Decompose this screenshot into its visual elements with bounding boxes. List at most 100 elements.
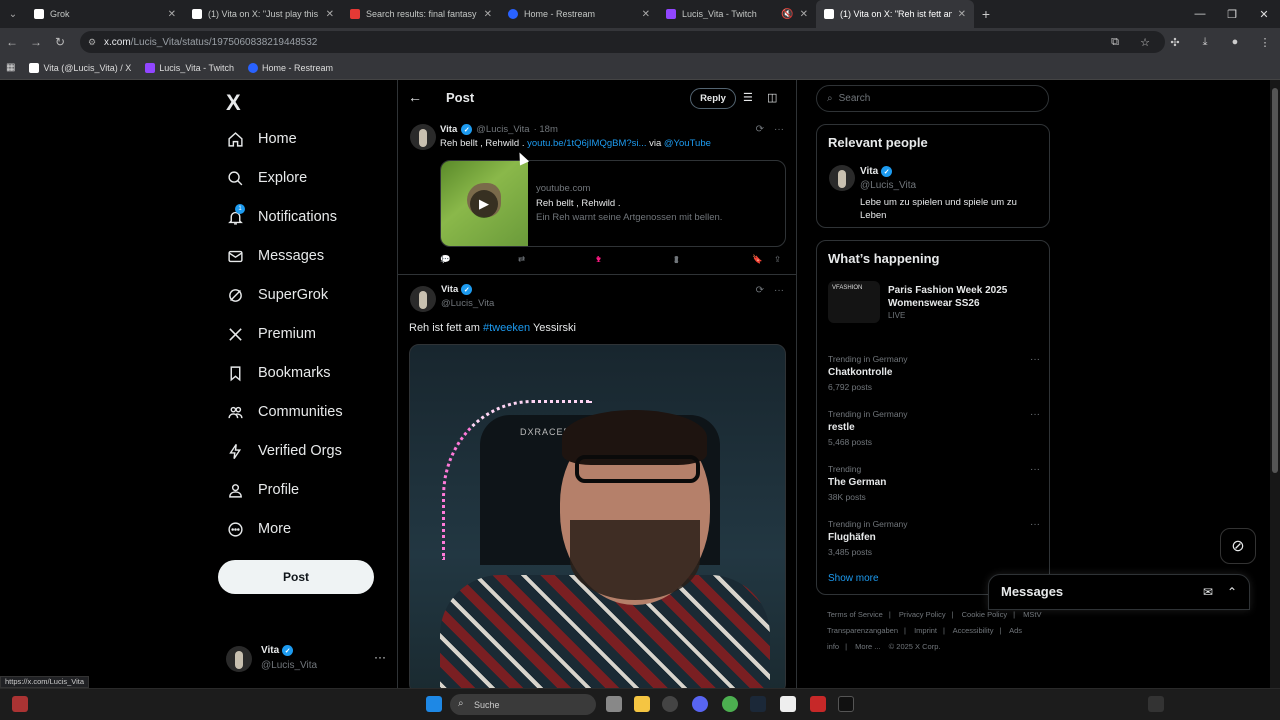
- grok-icon[interactable]: ⟳: [756, 124, 764, 135]
- steam-icon[interactable]: [750, 696, 766, 712]
- avatar[interactable]: [410, 124, 436, 150]
- tab-search-button[interactable]: ⌄: [0, 9, 26, 20]
- person-handle[interactable]: @Lucis_Vita: [860, 180, 916, 191]
- close-tab-icon[interactable]: ✕: [800, 9, 808, 20]
- maximize-icon[interactable]: ❐: [1216, 8, 1248, 21]
- task-view-icon[interactable]: [606, 696, 622, 712]
- app-icon[interactable]: [810, 696, 826, 712]
- bookmark-star-icon[interactable]: ☆: [1130, 36, 1160, 49]
- footer-link[interactable]: Accessibility: [953, 626, 994, 635]
- browser-tab[interactable]: Lucis_Vita - Twitch 🔇 ✕: [658, 0, 816, 28]
- tweet-author-name[interactable]: Vita: [441, 284, 458, 295]
- more-dots-icon[interactable]: ···: [774, 124, 784, 135]
- tweet-author-handle[interactable]: @Lucis_Vita: [476, 124, 529, 135]
- messages-dock[interactable]: Messages ✉ ⌃: [988, 574, 1250, 610]
- chrome-icon[interactable]: [722, 696, 738, 712]
- footer-link[interactable]: Terms of Service: [827, 610, 883, 619]
- footer-link[interactable]: More ...: [855, 642, 880, 651]
- close-tab-icon[interactable]: ✕: [642, 9, 650, 20]
- more-dots-icon[interactable]: ···: [1030, 464, 1040, 475]
- avatar[interactable]: [410, 286, 436, 312]
- sidebar-item-profile[interactable]: Profile: [226, 481, 299, 499]
- file-explorer-icon[interactable]: [634, 696, 650, 712]
- trend-item[interactable]: Trending The German 38K posts ···: [828, 464, 1040, 508]
- featured-event[interactable]: VFASHION Paris Fashion Week 2025 Womensw…: [828, 281, 1038, 323]
- more-dots-icon[interactable]: ···: [1030, 409, 1040, 420]
- tray-icon[interactable]: [1148, 696, 1164, 712]
- cast-icon[interactable]: ⧉: [1100, 36, 1130, 49]
- tweet-time[interactable]: · 18m: [534, 124, 558, 135]
- show-more-link[interactable]: Show more: [828, 573, 879, 584]
- tweet-author-handle[interactable]: @Lucis_Vita: [441, 298, 494, 309]
- bookmark-item[interactable]: Vita (@Lucis_Vita) / X: [29, 62, 131, 73]
- download-icon[interactable]: ⤓: [1190, 36, 1220, 49]
- bookmark-item[interactable]: Lucis_Vita - Twitch: [145, 62, 234, 73]
- tiktok-icon[interactable]: [838, 696, 854, 712]
- close-tab-icon[interactable]: ✕: [168, 9, 176, 20]
- tweet-link[interactable]: youtu.be/1tQ6jIMQgBM?si...: [527, 138, 646, 149]
- browser-tab[interactable]: Grok ✕: [26, 0, 184, 28]
- more-dots-icon[interactable]: ···: [1030, 519, 1040, 530]
- sidebar-item-premium[interactable]: Premium: [226, 325, 316, 343]
- tweet-hashtag[interactable]: #tweeken: [483, 322, 530, 334]
- x-logo[interactable]: X: [226, 90, 241, 116]
- sidebar-item-messages[interactable]: Messages: [226, 247, 324, 265]
- close-tab-icon[interactable]: ✕: [326, 9, 334, 20]
- sidebar-item-explore[interactable]: Explore: [226, 169, 307, 187]
- grok-icon[interactable]: ⟳: [756, 285, 764, 296]
- footer-link[interactable]: Cookie Policy: [962, 610, 1007, 619]
- link-card[interactable]: ▶ youtube.com Reh bellt , Rehwild . Ein …: [440, 160, 786, 247]
- sidebar-item-home[interactable]: Home: [226, 130, 297, 148]
- trend-item[interactable]: Trending in Germany Flughäfen 3,485 post…: [828, 519, 1040, 563]
- sidebar-item-supergrok[interactable]: SuperGrok: [226, 286, 328, 304]
- weather-icon[interactable]: [12, 696, 28, 712]
- account-switcher[interactable]: Vita ✓ @Lucis_Vita ···: [226, 642, 386, 676]
- back-arrow-icon[interactable]: ←: [408, 89, 422, 105]
- browser-tab-active[interactable]: (1) Vita on X: "Reh ist fett am # ✕: [816, 0, 974, 28]
- windows-start-icon[interactable]: [426, 696, 442, 712]
- close-tab-icon[interactable]: ✕: [484, 9, 492, 20]
- site-info-icon[interactable]: ⚙: [88, 37, 98, 47]
- person-name-row[interactable]: Vita ✓: [860, 166, 893, 177]
- discord-icon[interactable]: [692, 696, 708, 712]
- tweet[interactable]: Vita ✓ @Lucis_Vita · 18m ⟳ ··· Reh bellt…: [398, 120, 796, 275]
- tweet-media-image[interactable]: DXRACER: [409, 344, 786, 688]
- mute-tab-icon[interactable]: 🔇: [781, 9, 793, 20]
- new-message-icon[interactable]: ✉: [1203, 585, 1213, 599]
- expand-chevron-icon[interactable]: ⌃: [1227, 585, 1237, 599]
- scrollbar-thumb[interactable]: [1272, 88, 1278, 473]
- browser-tab[interactable]: Home - Restream ✕: [500, 0, 658, 28]
- trend-item[interactable]: Trending in Germany restle 5,468 posts ·…: [828, 409, 1040, 453]
- footer-link[interactable]: Imprint: [914, 626, 937, 635]
- tweet-author-name[interactable]: Vita: [440, 124, 457, 135]
- back-icon[interactable]: ←: [0, 35, 24, 49]
- profile-icon[interactable]: ●: [1220, 36, 1250, 48]
- apps-grid-icon[interactable]: ▦: [6, 62, 15, 73]
- sidebar-item-more[interactable]: More: [226, 520, 291, 538]
- play-icon[interactable]: ▶: [470, 190, 498, 218]
- trend-item[interactable]: Trending in Germany Chatkontrolle 6,792 …: [828, 354, 1040, 398]
- url-bar[interactable]: ⚙ x.com/Lucis_Vita/status/19750608382194…: [80, 31, 1165, 53]
- browser-tab[interactable]: (1) Vita on X: "Just play this ne ✕: [184, 0, 342, 28]
- reader-view-icon[interactable]: ◫: [767, 91, 777, 104]
- tweet-mention[interactable]: @YouTube: [664, 138, 711, 149]
- avatar[interactable]: [829, 165, 855, 191]
- sidebar-item-verified-orgs[interactable]: Verified Orgs: [226, 442, 342, 460]
- sidebar-item-bookmarks[interactable]: Bookmarks: [226, 364, 331, 382]
- sidebar-item-communities[interactable]: Communities: [226, 403, 343, 421]
- close-window-icon[interactable]: ✕: [1248, 8, 1280, 21]
- reply-button[interactable]: Reply: [690, 88, 736, 109]
- grok-fab-button[interactable]: ⊘: [1220, 528, 1256, 564]
- more-dots-icon[interactable]: ···: [774, 285, 784, 296]
- search-input[interactable]: ⌕ Search: [816, 85, 1049, 112]
- taskbar-search-input[interactable]: ⌕ Suche: [450, 694, 596, 715]
- sliders-icon[interactable]: ☰: [743, 91, 753, 104]
- more-dots-icon[interactable]: ···: [1030, 354, 1040, 365]
- obs-icon[interactable]: [662, 696, 678, 712]
- forward-icon[interactable]: →: [24, 35, 48, 49]
- extensions-icon[interactable]: ✣: [1160, 36, 1190, 49]
- bookmark-item[interactable]: Home - Restream: [248, 62, 333, 73]
- browser-tab[interactable]: Search results: final fantasy ✕: [342, 0, 500, 28]
- notepad-icon[interactable]: [780, 696, 796, 712]
- footer-link[interactable]: Privacy Policy: [899, 610, 946, 619]
